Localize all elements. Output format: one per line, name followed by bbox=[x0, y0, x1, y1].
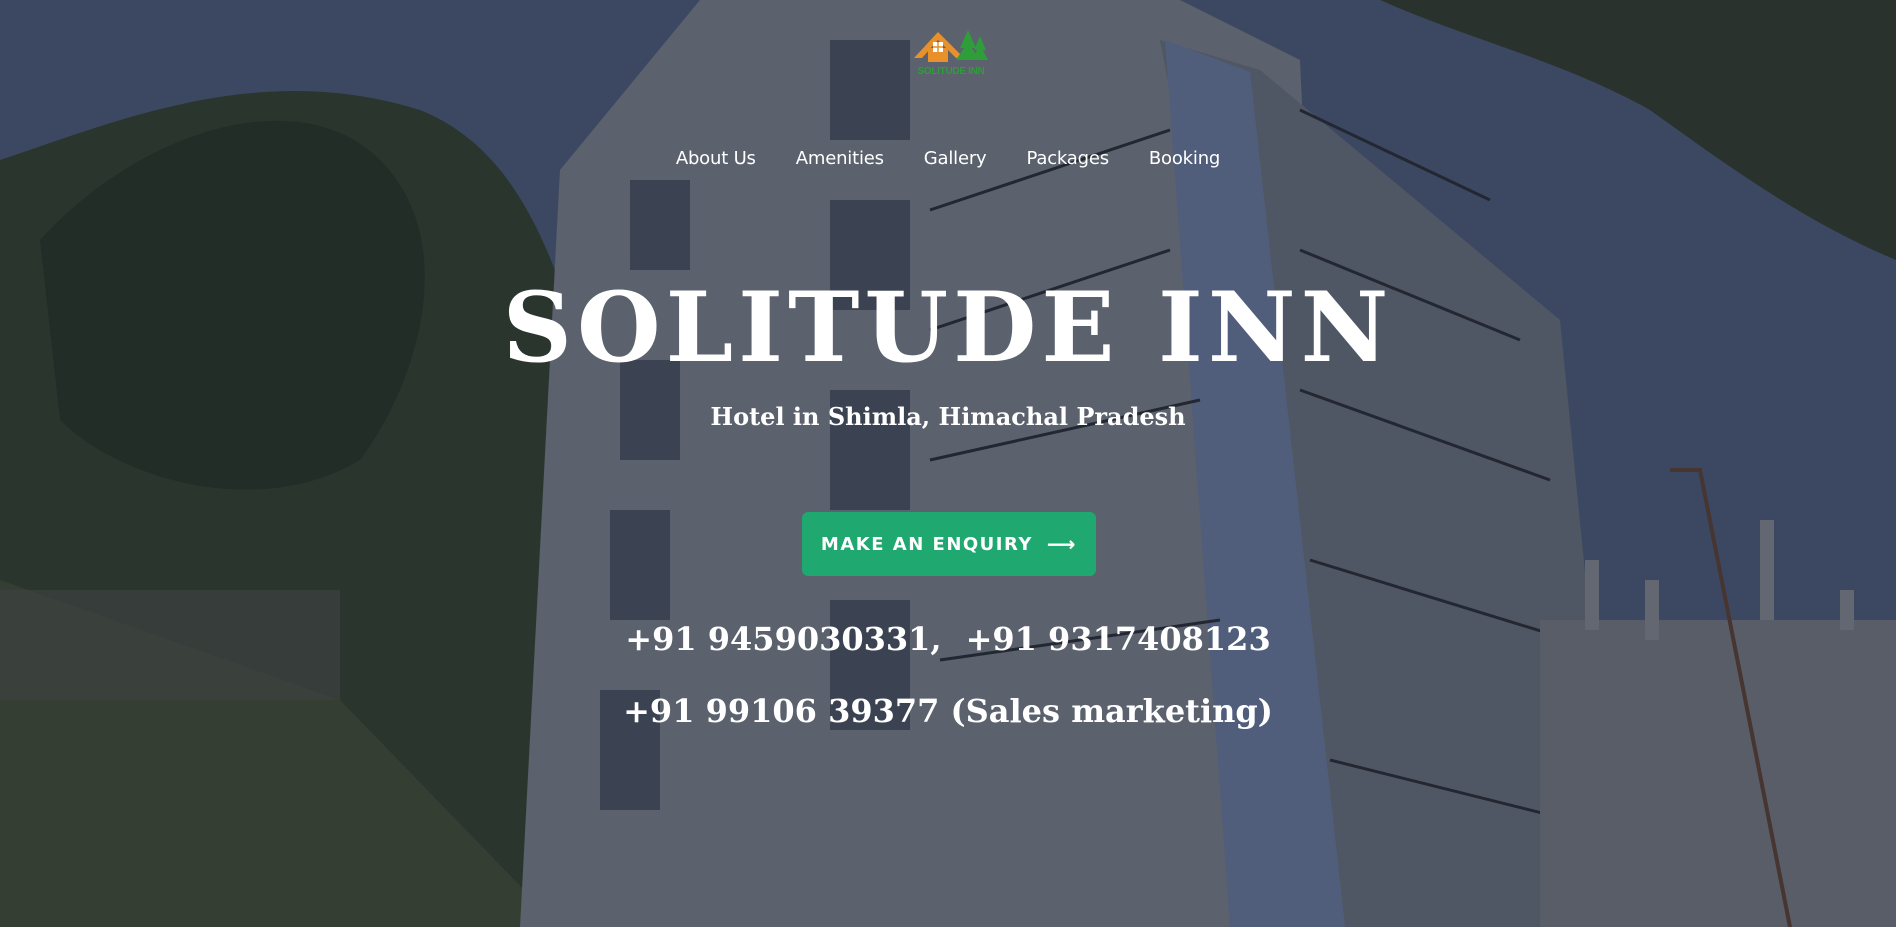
phone-number-2[interactable]: +91 9317408123 bbox=[966, 620, 1271, 658]
hero-title: SOLITUDE INN bbox=[502, 271, 1394, 384]
hero-content: SOLITUDE INN About Us Amenities Gallery … bbox=[0, 0, 1896, 927]
hero-subtitle: Hotel in Shimla, Himachal Pradesh bbox=[710, 402, 1186, 431]
hero-section: SOLITUDE INN About Us Amenities Gallery … bbox=[0, 0, 1896, 927]
nav-item-booking[interactable]: Booking bbox=[1149, 148, 1220, 169]
nav-item-packages[interactable]: Packages bbox=[1027, 148, 1110, 169]
nav-item-gallery[interactable]: Gallery bbox=[924, 148, 987, 169]
make-enquiry-button[interactable]: MAKE AN ENQUIRY ⟶ bbox=[802, 512, 1096, 576]
logo-text: SOLITUDE INN bbox=[917, 66, 985, 77]
phone-line-1: +91 9459030331, +91 9317408123 bbox=[0, 620, 1896, 658]
nav-item-about-us[interactable]: About Us bbox=[676, 148, 756, 169]
phone-line-2: +91 99106 39377 (Sales marketing) bbox=[0, 692, 1896, 730]
make-enquiry-label: MAKE AN ENQUIRY bbox=[820, 533, 1033, 555]
phone-number-3[interactable]: +91 99106 39377 (Sales marketing) bbox=[623, 692, 1273, 730]
phone-number-1[interactable]: +91 9459030331, bbox=[625, 620, 941, 658]
brand-logo[interactable]: SOLITUDE INN bbox=[908, 26, 994, 90]
main-nav: About Us Amenities Gallery Packages Book… bbox=[0, 148, 1896, 169]
nav-item-amenities[interactable]: Amenities bbox=[796, 148, 884, 169]
arrow-right-icon: ⟶ bbox=[1046, 532, 1078, 556]
